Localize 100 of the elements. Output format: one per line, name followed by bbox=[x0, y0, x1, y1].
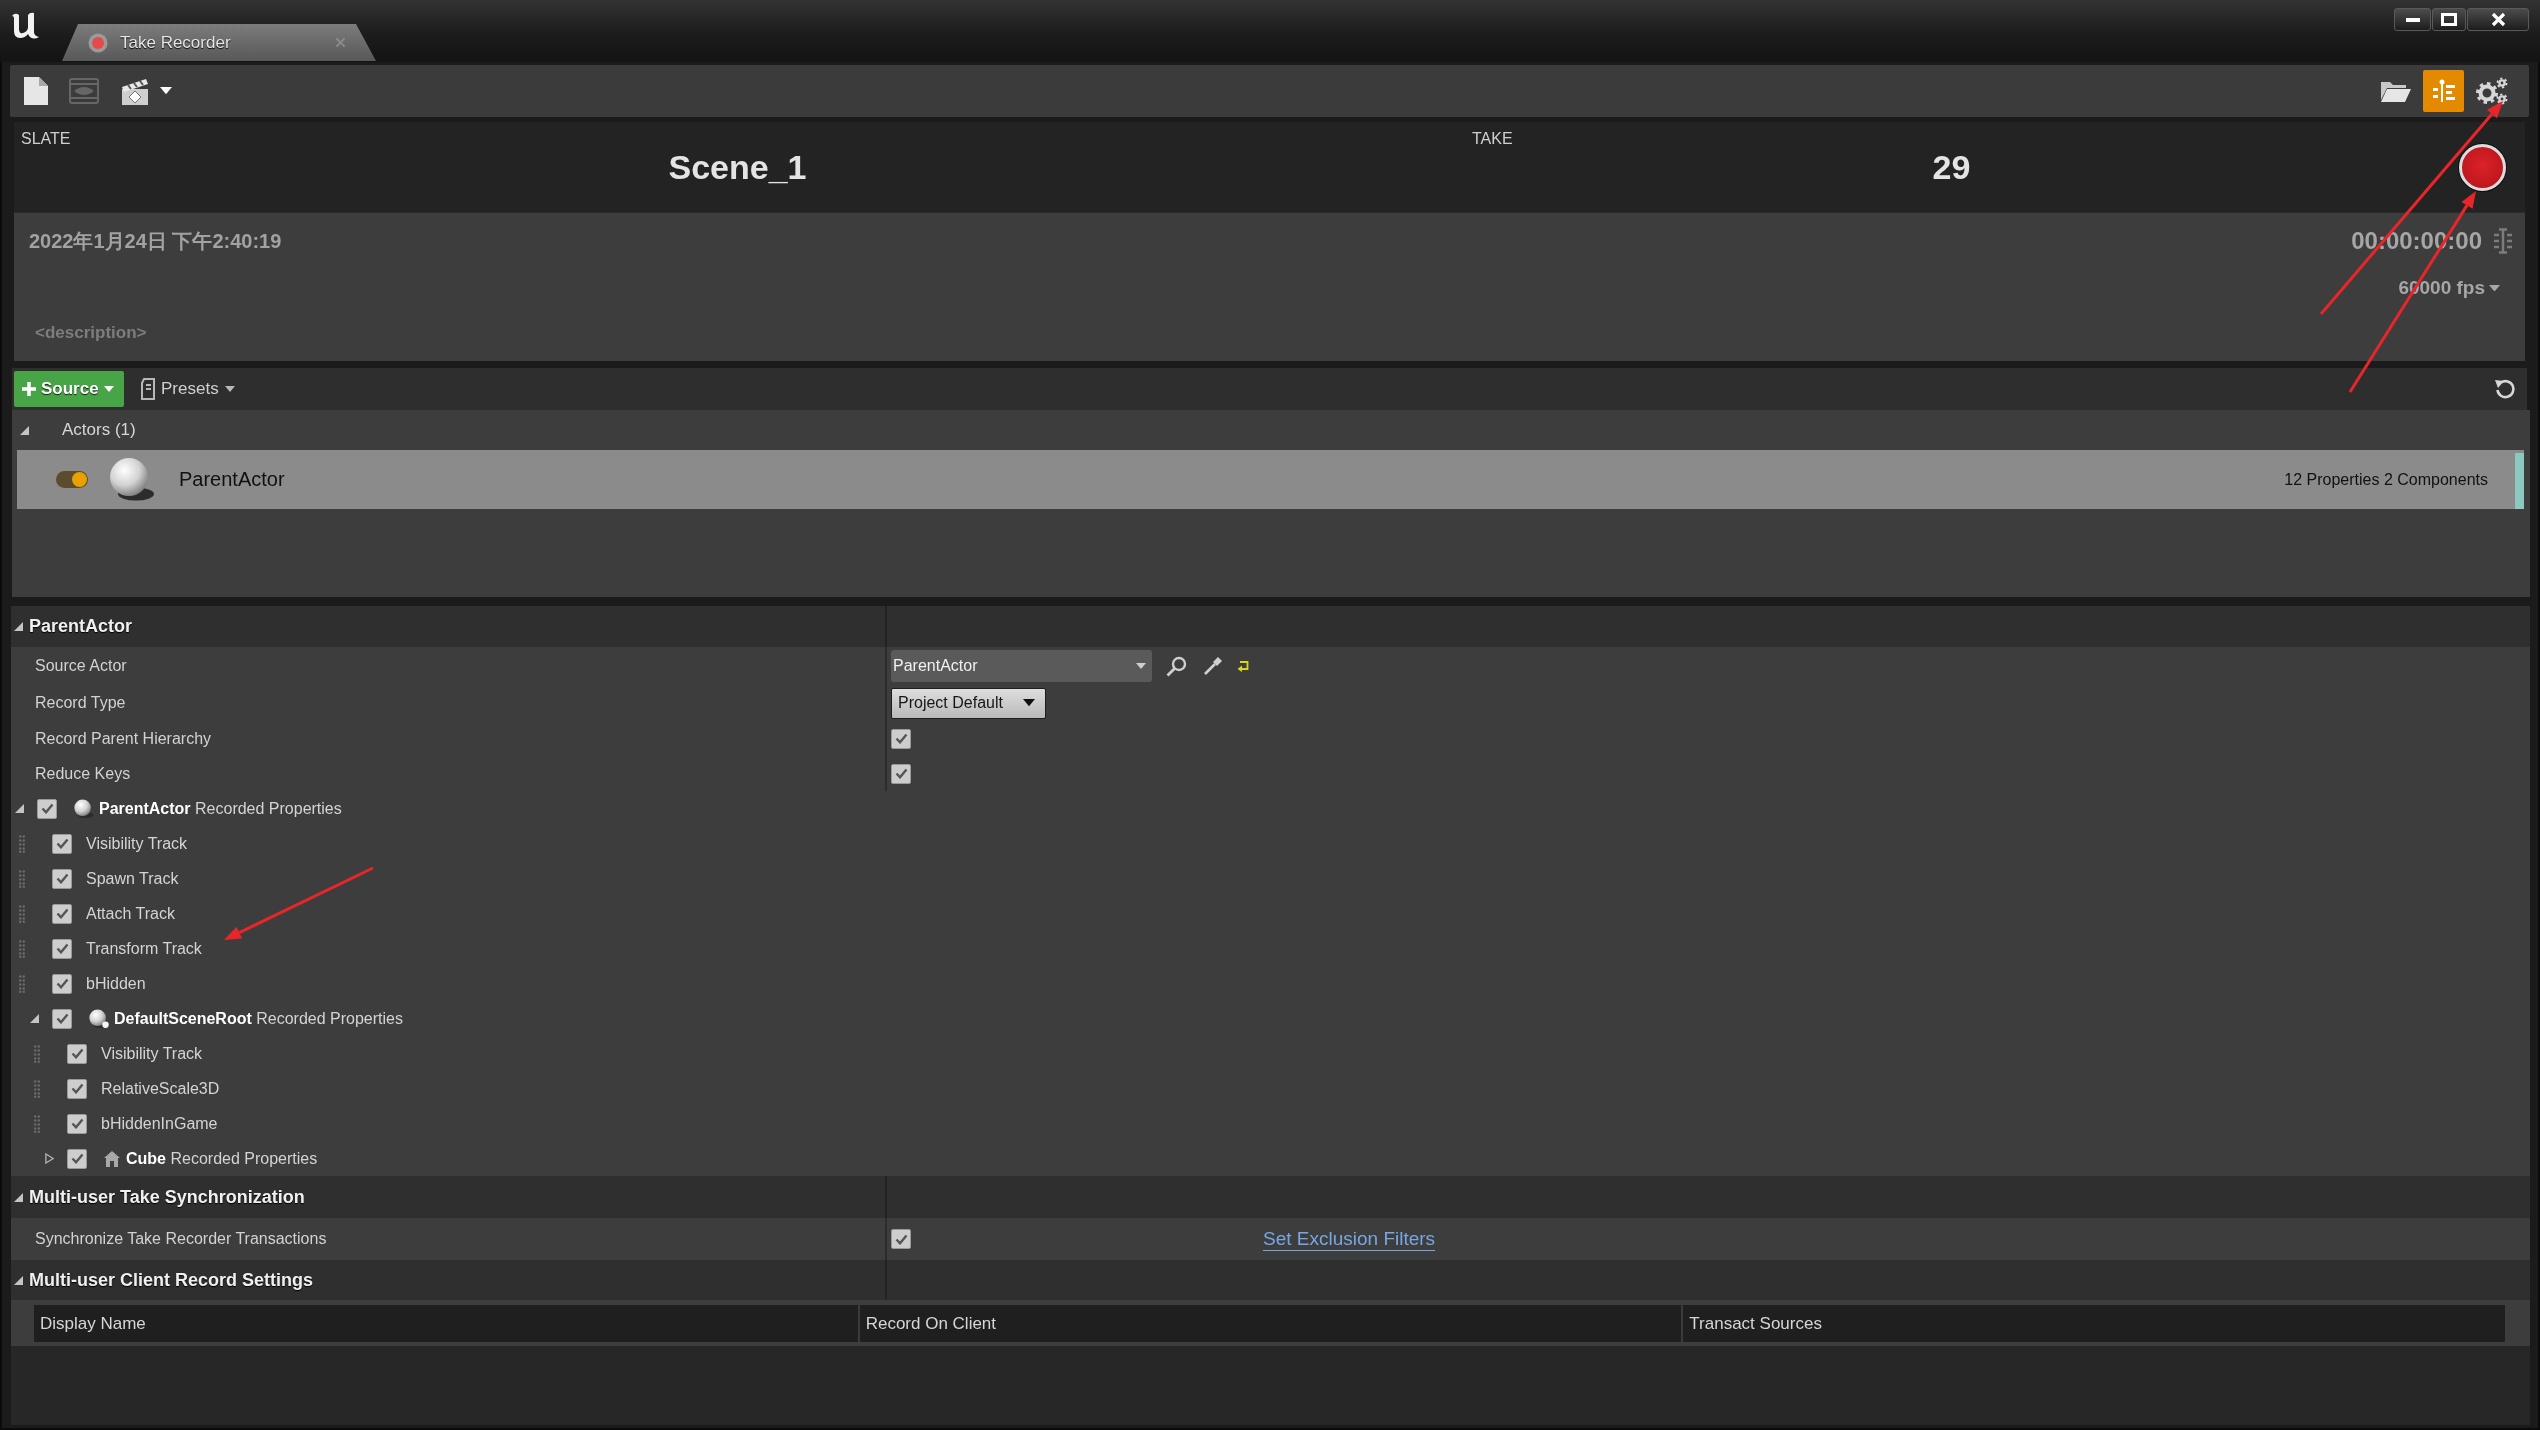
check-icon bbox=[55, 908, 69, 919]
checkbox[interactable] bbox=[67, 1113, 87, 1134]
search-icon[interactable] bbox=[1166, 655, 1187, 677]
presets-button[interactable]: Presets bbox=[141, 378, 235, 400]
add-source-button[interactable]: Source bbox=[14, 371, 124, 407]
maximize-button[interactable] bbox=[2432, 8, 2466, 31]
section-title: ParentActor bbox=[29, 616, 133, 637]
property-label: Reduce Keys bbox=[35, 764, 131, 783]
group-label: Cube Recorded Properties bbox=[126, 1149, 318, 1168]
column-header: Record On Client bbox=[857, 1305, 1682, 1342]
section-title: Multi-user Client Record Settings bbox=[29, 1269, 314, 1291]
grip-icon[interactable] bbox=[19, 939, 25, 958]
take-label: TAKE bbox=[1472, 130, 1513, 148]
property-name: Attach Track bbox=[86, 904, 175, 923]
minimize-button[interactable] bbox=[2394, 8, 2431, 31]
property-name: bHidden bbox=[86, 974, 146, 993]
property-label: Record Type bbox=[35, 694, 126, 712]
enable-switch[interactable] bbox=[56, 471, 88, 488]
document-icon[interactable] bbox=[24, 77, 48, 105]
record-dot-icon bbox=[88, 32, 108, 53]
exclusion-filters-link[interactable]: Set Exclusion Filters bbox=[1263, 1228, 1436, 1250]
checkbox[interactable] bbox=[67, 1043, 87, 1064]
check-icon bbox=[55, 1013, 69, 1024]
timestamp: 2022年1月24日 下午2:40:19 bbox=[29, 229, 283, 254]
clapperboard-icon[interactable] bbox=[120, 76, 150, 106]
check-icon bbox=[70, 1118, 84, 1129]
slate-label: SLATE bbox=[21, 130, 71, 148]
eyedropper-icon[interactable] bbox=[1203, 656, 1223, 676]
actor-name: ParentActor bbox=[179, 468, 285, 491]
maximize-icon bbox=[2441, 13, 2457, 26]
timecode-icon[interactable] bbox=[2493, 228, 2513, 254]
record-type-dropdown[interactable]: Project Default bbox=[891, 687, 1046, 719]
minimize-icon bbox=[2405, 17, 2420, 22]
checkbox[interactable] bbox=[52, 833, 72, 854]
checkbox[interactable] bbox=[52, 938, 72, 959]
checkbox[interactable] bbox=[67, 1078, 87, 1099]
property-name: bHiddenInGame bbox=[101, 1114, 218, 1133]
grip-icon[interactable] bbox=[34, 1114, 40, 1133]
check-icon bbox=[70, 1153, 84, 1164]
actor-row[interactable]: ParentActor 12 Properties 2 Components bbox=[17, 450, 2524, 509]
grip-icon[interactable] bbox=[19, 974, 25, 993]
checkbox[interactable] bbox=[891, 728, 911, 749]
caret-icon bbox=[103, 386, 114, 392]
caret-icon bbox=[1023, 699, 1035, 707]
property-name: RelativeScale3D bbox=[101, 1079, 220, 1098]
sphere-dot-icon bbox=[88, 1008, 109, 1029]
check-icon bbox=[70, 1083, 84, 1094]
plus-icon bbox=[22, 382, 36, 396]
grip-icon[interactable] bbox=[19, 904, 25, 923]
selection-indicator bbox=[2515, 453, 2524, 509]
caret-icon bbox=[2489, 284, 2500, 292]
take-number[interactable]: 29 bbox=[1932, 148, 1971, 187]
check-icon bbox=[55, 978, 69, 989]
checkbox[interactable] bbox=[52, 973, 72, 994]
disclosure-triangle-icon[interactable] bbox=[14, 1192, 23, 1202]
check-icon bbox=[55, 838, 69, 849]
settings-icon bbox=[2475, 76, 2508, 106]
disclosure-triangle-icon[interactable] bbox=[20, 425, 29, 435]
grip-icon[interactable] bbox=[34, 1079, 40, 1098]
property-name: Visibility Track bbox=[101, 1044, 203, 1063]
checkbox[interactable] bbox=[891, 1229, 911, 1249]
reset-icon[interactable] bbox=[2494, 378, 2516, 400]
source-actor-combo[interactable]: ParentActor bbox=[891, 650, 1152, 682]
disclosure-triangle-icon[interactable] bbox=[15, 804, 24, 813]
reset-arrow-icon[interactable] bbox=[1237, 660, 1249, 672]
disclosure-triangle-icon[interactable] bbox=[30, 1014, 39, 1023]
actor-summary: 12 Properties 2 Components bbox=[2284, 470, 2488, 489]
checkbox[interactable] bbox=[52, 868, 72, 889]
actors-header: Actors (1) bbox=[62, 420, 136, 440]
description-field[interactable]: <description> bbox=[35, 319, 555, 347]
slate-name[interactable]: Scene_1 bbox=[668, 148, 807, 187]
check-icon bbox=[55, 943, 69, 954]
engine-logo bbox=[10, 10, 41, 40]
checkbox[interactable] bbox=[37, 798, 57, 819]
check-icon bbox=[894, 1233, 908, 1245]
disclosure-triangle-icon[interactable] bbox=[14, 622, 23, 631]
checkbox[interactable] bbox=[52, 903, 72, 924]
grip-icon[interactable] bbox=[19, 834, 25, 853]
disclosure-triangle-icon[interactable] bbox=[45, 1153, 54, 1164]
grip-icon[interactable] bbox=[19, 869, 25, 888]
caret-icon bbox=[160, 87, 172, 95]
column-header: Transact Sources bbox=[1681, 1305, 2505, 1342]
outline-toggle-button[interactable] bbox=[2423, 70, 2464, 112]
checkbox[interactable] bbox=[52, 1008, 72, 1029]
presets-icon bbox=[141, 378, 155, 400]
section-title: Multi-user Take Synchronization bbox=[29, 1186, 305, 1208]
disclosure-triangle-icon[interactable] bbox=[14, 1275, 23, 1285]
checkbox[interactable] bbox=[67, 1148, 87, 1169]
close-button[interactable] bbox=[2467, 8, 2529, 31]
check-icon bbox=[70, 1048, 84, 1059]
record-button[interactable] bbox=[2458, 143, 2506, 191]
property-label: Source Actor bbox=[35, 657, 127, 675]
property-label: Synchronize Take Recorder Transactions bbox=[35, 1230, 327, 1248]
checkbox[interactable] bbox=[891, 763, 911, 784]
property-name: Visibility Track bbox=[86, 834, 188, 853]
property-name: Transform Track bbox=[86, 939, 202, 958]
close-icon bbox=[2490, 12, 2506, 27]
grip-icon[interactable] bbox=[34, 1044, 40, 1063]
caret-icon bbox=[224, 386, 235, 392]
tab[interactable]: Take Recorder bbox=[62, 24, 376, 61]
